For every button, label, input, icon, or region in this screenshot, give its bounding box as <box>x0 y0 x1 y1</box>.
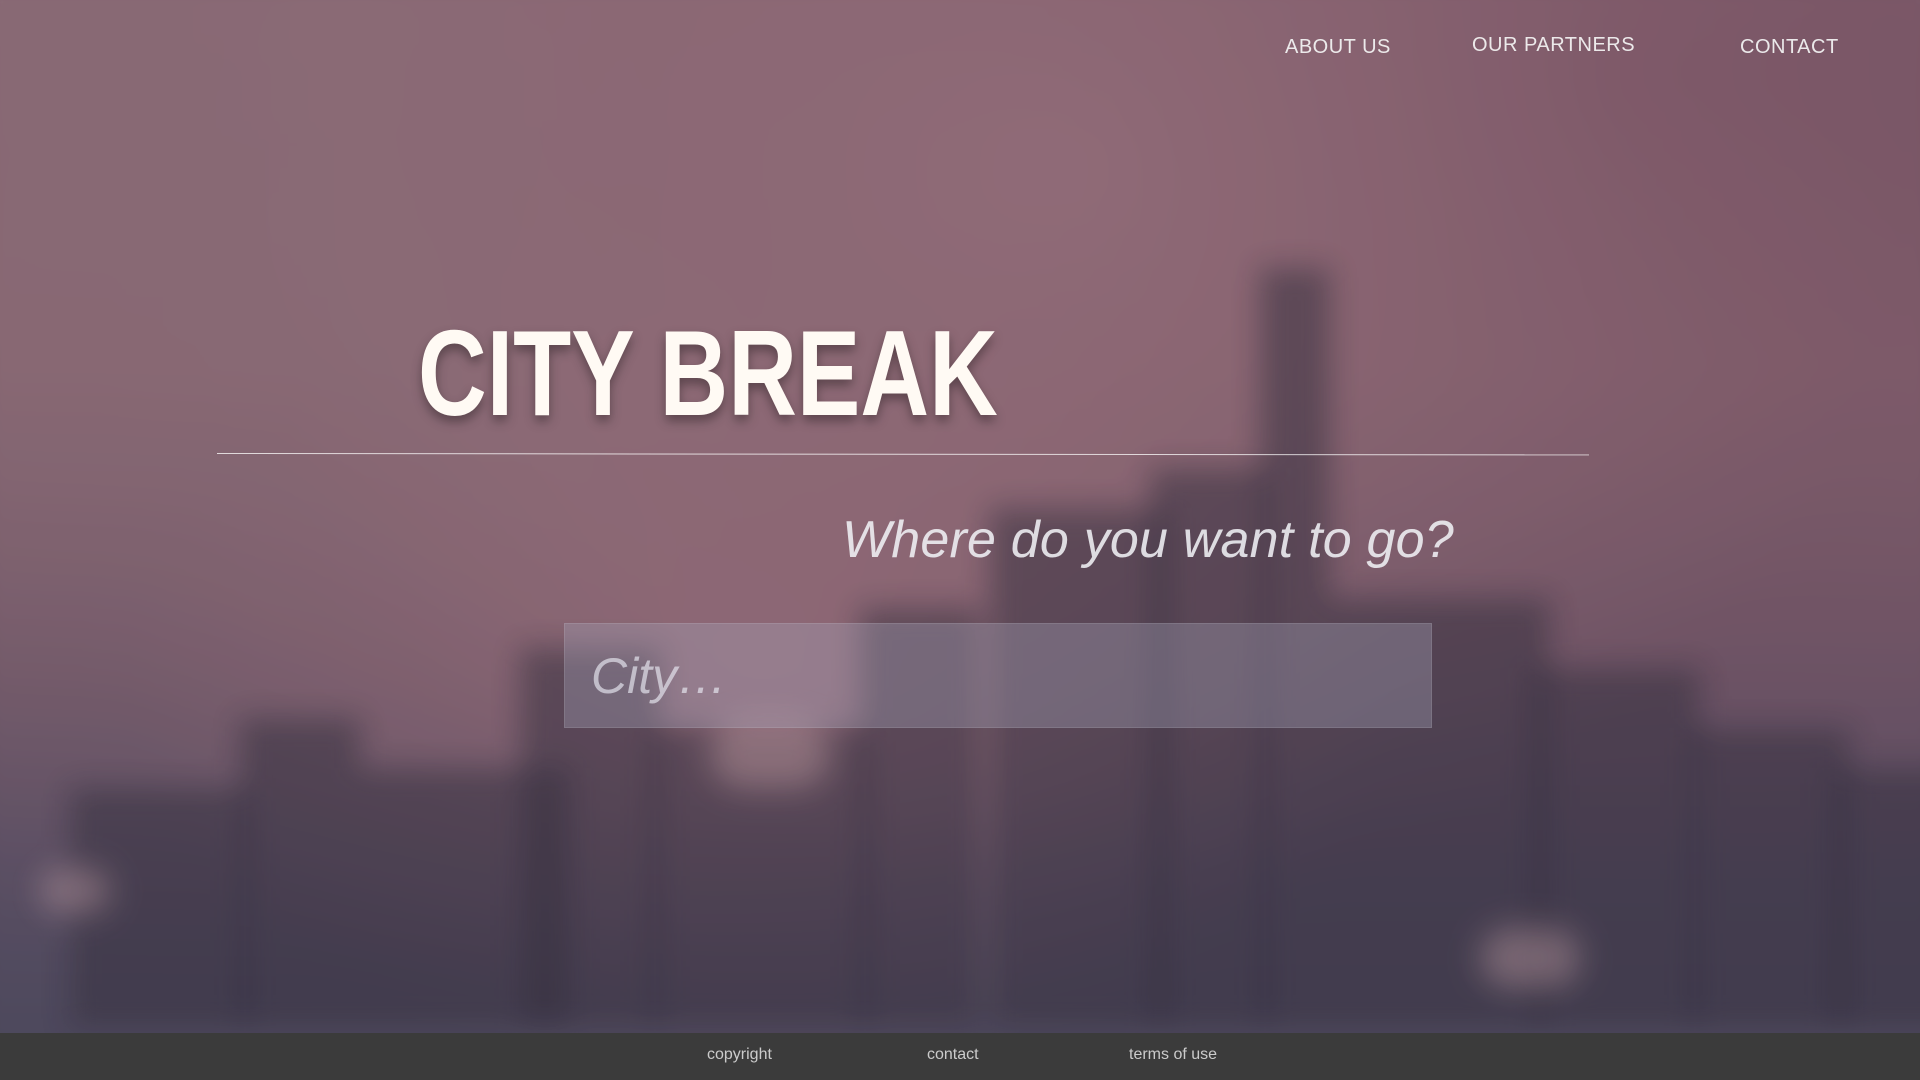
footer-terms-link[interactable]: terms of use <box>1129 1046 1217 1064</box>
footer-contact-link[interactable]: contact <box>927 1046 979 1064</box>
nav-about-us[interactable]: ABOUT US <box>1285 36 1391 59</box>
search-prompt: Where do you want to go? <box>842 511 1454 569</box>
footer: copyright contact terms of use <box>0 1033 1920 1080</box>
nav-our-partners[interactable]: OUR PARTNERS <box>1472 34 1635 57</box>
nav-contact[interactable]: CONTACT <box>1740 36 1839 59</box>
page-title: CITY BREAK <box>418 305 998 441</box>
landing-page: ABOUT US OUR PARTNERS CONTACT CITY BREAK… <box>0 0 1920 1080</box>
footer-copyright-link[interactable]: copyright <box>707 1046 772 1064</box>
city-search-box <box>564 623 1432 728</box>
city-search-input[interactable] <box>565 624 1431 727</box>
